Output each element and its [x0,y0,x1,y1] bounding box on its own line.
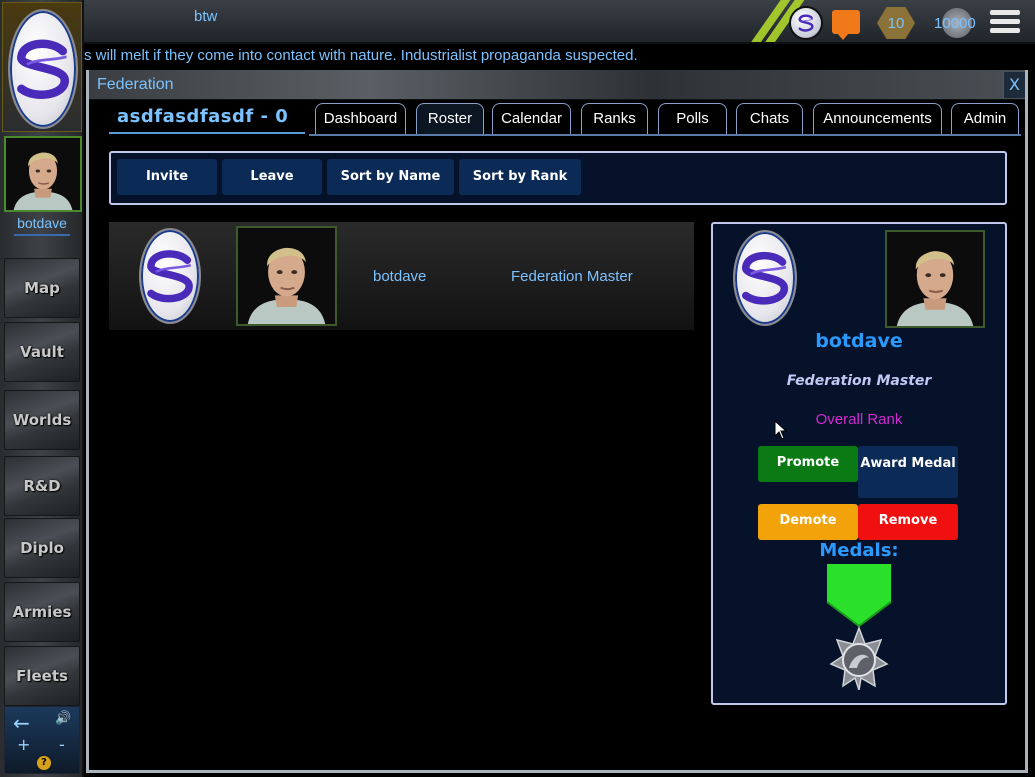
nav-fleets-button[interactable]: Fleets [4,646,80,706]
sort-by-name-button[interactable]: Sort by Name [327,159,454,195]
left-sidebar: botdave Map Vault Worlds R&D Diplo Armie… [0,0,84,777]
sidebar-footer: ← 🔊 + - ? [4,706,80,774]
federation-name: asdfasdfasdf - 0 [117,106,289,127]
window-titlebar[interactable]: Federation X [89,70,1025,100]
overall-rank-label: Overall Rank [815,411,903,428]
tab-announcements[interactable]: Announcements [813,103,942,135]
tab-dashboard[interactable]: Dashboard [315,103,406,135]
federation-logo-icon[interactable] [8,9,78,129]
detail-member-name: botdave [815,330,903,352]
credits-amount: 10000 [934,15,976,32]
menu-icon[interactable] [990,10,1020,36]
nav-label: Diplo [20,539,64,557]
member-rank: Federation Master [511,268,633,285]
tab-calendar[interactable]: Calendar [492,103,571,135]
detail-member-rank: Federation Master [786,373,932,389]
nav-label: R&D [23,477,61,495]
nav-rd-button[interactable]: R&D [4,456,80,516]
tab-polls[interactable]: Polls [658,103,727,135]
sidebar-logo-frame [2,2,82,132]
chat-preview-text[interactable]: btw [194,8,217,25]
close-button[interactable]: X [1003,72,1025,98]
member-avatar [236,226,337,326]
table-row[interactable]: botdave Federation Master [109,222,694,330]
sound-icon[interactable]: 🔊 [55,711,71,726]
federation-window: Federation X asdfasdfasdf - 0 Dashboard … [86,70,1028,773]
s-coin-icon[interactable] [789,6,823,40]
promote-button[interactable]: Promote [758,446,858,482]
nav-label: Worlds [12,411,72,429]
nav-label: Armies [12,603,72,621]
zoom-in-icon[interactable]: + [17,735,30,754]
nav-vault-button[interactable]: Vault [4,322,80,382]
player-avatar[interactable] [4,136,82,212]
tab-roster[interactable]: Roster [416,103,484,135]
sidebar-username[interactable]: botdave [0,215,84,231]
remove-button[interactable]: Remove [858,504,958,540]
tab-ranks[interactable]: Ranks [581,103,648,135]
zoom-out-icon[interactable]: - [59,735,65,754]
demote-button[interactable]: Demote [758,504,858,540]
sort-by-rank-button[interactable]: Sort by Rank [459,159,581,195]
ticker-text: s will melt if they come into contact wi… [84,47,638,64]
news-ticker: s will melt if they come into contact wi… [84,46,1035,68]
mouse-cursor-icon [774,420,788,440]
window-title: Federation [97,76,174,93]
tab-chats[interactable]: Chats [736,103,803,135]
invite-button[interactable]: Invite [117,159,217,195]
federation-name-underline [109,132,305,134]
back-arrow-icon[interactable]: ← [13,711,30,735]
tab-admin[interactable]: Admin [951,103,1019,135]
federation-logo-icon [139,228,201,324]
nav-label: Vault [20,343,64,361]
player-level: 10 [887,15,905,32]
nav-label: Fleets [16,667,68,685]
help-icon[interactable]: ? [37,756,51,770]
top-bar: btw 10 10000 [84,0,1035,44]
nav-label: Map [24,279,60,297]
leave-button[interactable]: Leave [222,159,322,195]
message-icon[interactable] [832,10,860,40]
medals-heading: Medals: [819,540,899,561]
roster-action-bar: Invite Leave Sort by Name Sort by Rank [109,151,1007,205]
member-avatar [885,230,985,328]
nav-map-button[interactable]: Map [4,258,80,318]
nav-armies-button[interactable]: Armies [4,582,80,642]
member-name: botdave [373,268,427,285]
nav-worlds-button[interactable]: Worlds [4,390,80,450]
award-medal-button[interactable]: Award Medal [858,446,958,498]
member-detail-panel: botdave Federation Master Overall Rank P… [711,222,1007,705]
federation-logo-icon [733,230,797,326]
username-underline [14,234,70,236]
medal-icon[interactable] [825,564,893,690]
nav-diplo-button[interactable]: Diplo [4,518,80,578]
tabs-baseline [309,134,1021,136]
